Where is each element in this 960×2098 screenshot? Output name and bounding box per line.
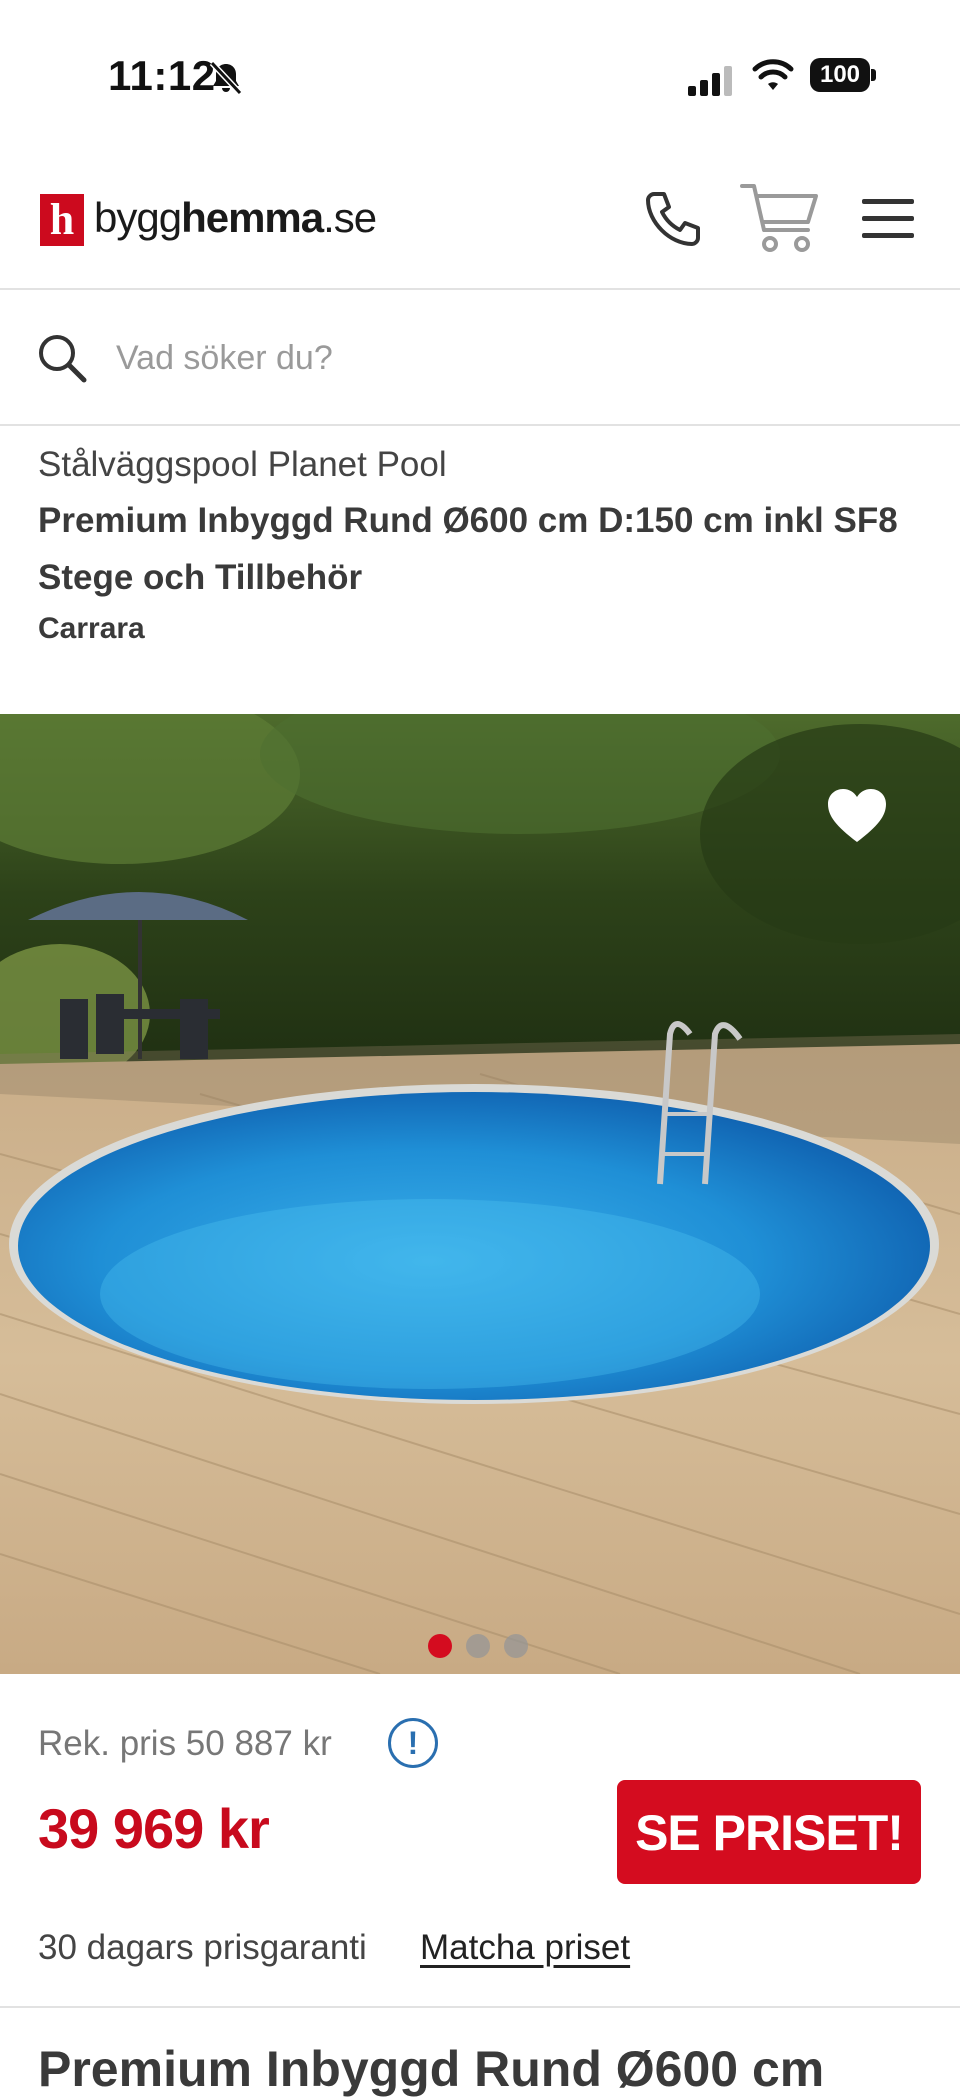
search-input[interactable] [114,334,898,382]
product-series: Stålväggspool Planet Pool [38,445,447,484]
site-header: h bygghemma.se [0,150,960,290]
cart-icon[interactable] [738,178,820,258]
logo-bold: hemma [181,194,324,241]
gallery-pagination [428,1634,538,1658]
gallery-dot[interactable] [466,1634,490,1658]
product-image-gallery[interactable] [0,714,960,1674]
phone-icon[interactable] [640,188,704,252]
battery-nub [871,69,876,81]
recommended-price: Rek. pris 50 887 kr [38,1724,332,1763]
current-price: 39 969 kr [38,1797,270,1860]
info-icon[interactable]: ! [388,1718,438,1768]
section-divider [0,2006,960,2008]
battery-indicator: 100 [810,58,876,92]
gallery-dot[interactable] [428,1634,452,1658]
gallery-dot[interactable] [504,1634,528,1658]
product-brand[interactable]: Carrara [38,612,928,646]
product-title: Premium Inbyggd Rund Ø600 cm D:150 cm in… [38,501,898,597]
product-description-heading: Premium Inbyggd Rund Ø600 cm [38,2041,825,2097]
price-guarantee-text: 30 dagars prisgaranti [38,1928,367,1967]
logo-wordmark: bygghemma.se [94,194,377,242]
status-bar: 11:12 100 [0,0,960,150]
see-price-button[interactable]: SE PRISET! [617,1780,921,1884]
match-price-link[interactable]: Matcha priset [420,1928,630,1968]
cellular-signal-icon [688,66,732,96]
battery-level: 100 [810,58,870,92]
status-time: 11:12 [108,52,216,99]
product-image [0,714,960,1674]
bell-slash-icon [209,60,243,96]
search-bar [0,290,960,426]
hamburger-menu-icon[interactable] [860,196,916,242]
search-icon [39,335,87,383]
logo-mark: h [40,194,84,246]
logo-prefix: bygg [94,194,182,241]
logo-suffix: .se [323,194,377,241]
wifi-icon [752,59,794,90]
favorite-heart-icon[interactable] [826,788,888,844]
product-heading: Stålväggspool Planet Pool Premium Inbygg… [38,440,928,646]
